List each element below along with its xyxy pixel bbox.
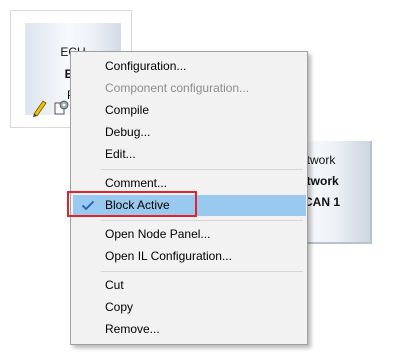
menu-item-cut[interactable]: Cut bbox=[73, 275, 305, 296]
menu-item-copy[interactable]: Copy bbox=[73, 297, 305, 318]
menu-item-label: Debug... bbox=[105, 125, 151, 139]
menu-separator bbox=[101, 220, 303, 221]
menu-item-label: Configuration... bbox=[105, 59, 187, 73]
context-menu: Configuration... Component configuration… bbox=[70, 51, 308, 345]
menu-item-label: Comment... bbox=[105, 176, 168, 190]
menu-item-label: Copy bbox=[105, 300, 134, 314]
menu-item-label: Compile bbox=[105, 103, 150, 117]
menu-item-component-configuration[interactable]: Component configuration... bbox=[73, 78, 305, 99]
menu-item-label: Open Node Panel... bbox=[105, 227, 211, 241]
menu-item-label: Cut bbox=[105, 278, 124, 292]
menu-item-debug[interactable]: Debug... bbox=[73, 122, 305, 143]
menu-separator bbox=[101, 169, 303, 170]
pencil-icon bbox=[33, 100, 47, 117]
menu-item-label: Block Active bbox=[105, 198, 170, 212]
menu-item-open-node-panel[interactable]: Open Node Panel... bbox=[73, 224, 305, 245]
gear-document-icon bbox=[54, 100, 69, 115]
menu-separator bbox=[101, 271, 303, 272]
network-node-bus: CAN 1 bbox=[304, 195, 341, 209]
menu-item-label: Edit... bbox=[105, 147, 136, 161]
checkmark-icon bbox=[81, 200, 95, 211]
menu-item-label: Remove... bbox=[105, 322, 160, 336]
menu-item-comment[interactable]: Comment... bbox=[73, 173, 305, 194]
menu-item-open-il-configuration[interactable]: Open IL Configuration... bbox=[73, 246, 305, 267]
menu-item-remove[interactable]: Remove... bbox=[73, 319, 305, 340]
menu-item-label: Open IL Configuration... bbox=[105, 249, 232, 263]
menu-item-configuration[interactable]: Configuration... bbox=[73, 56, 305, 77]
menu-item-compile[interactable]: Compile bbox=[73, 100, 305, 121]
menu-item-label: Component configuration... bbox=[105, 81, 250, 95]
menu-item-block-active[interactable]: Block Active bbox=[73, 195, 306, 216]
menu-item-edit[interactable]: Edit... bbox=[73, 144, 305, 165]
